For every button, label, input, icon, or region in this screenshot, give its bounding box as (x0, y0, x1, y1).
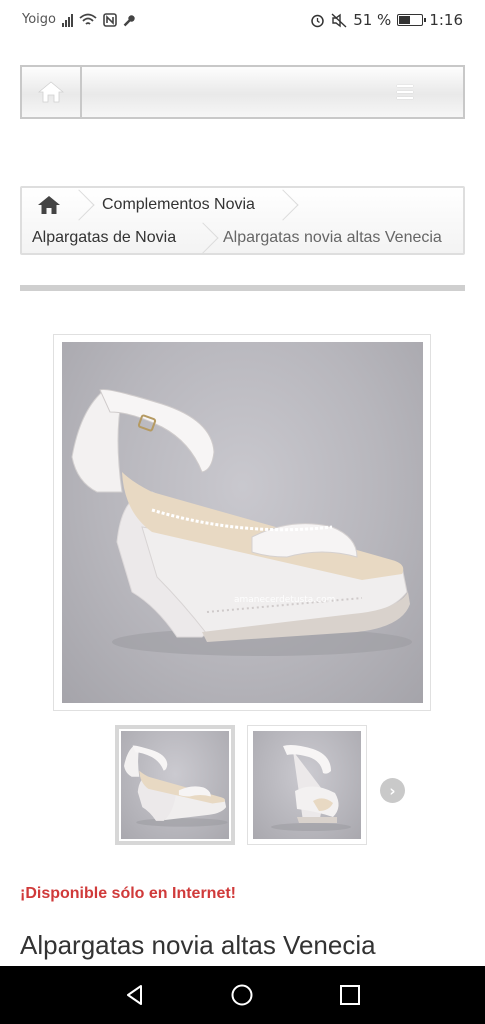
system-nav-bar (0, 966, 485, 1024)
main-product-image[interactable]: amanecerdetusta.com (62, 342, 423, 703)
availability-notice: ¡Disponible sólo en Internet! (20, 885, 237, 902)
site-header-nav (20, 65, 465, 119)
breadcrumb-item-alpargatas-de-novia[interactable]: Alpargatas de Novia (32, 229, 176, 247)
thumbnail-1-image (121, 731, 229, 839)
status-icons-right: 51 % 1:16 (310, 11, 463, 29)
carrier-label: Yoigo (22, 12, 56, 27)
wifi-icon (79, 13, 97, 25)
breadcrumb-item-current: Alpargatas novia altas Venecia (223, 229, 442, 246)
product-title: Alpargatas novia altas Venecia (20, 930, 376, 960)
status-icons-left (62, 11, 136, 29)
status-bar: Yoigo 51 % 1:16 (0, 0, 485, 40)
breadcrumb-item-complementos-novia[interactable]: Complementos Novia (102, 196, 255, 214)
home-button[interactable] (22, 67, 82, 117)
clock: 1:16 (429, 11, 463, 29)
alarm-icon (311, 14, 324, 27)
home-icon (38, 81, 64, 103)
thumbnail-1[interactable] (115, 725, 235, 845)
thumbnail-2[interactable] (247, 725, 367, 845)
breadcrumb-separator (63, 189, 95, 221)
breadcrumb-home-icon[interactable] (36, 194, 62, 216)
home-circle-icon[interactable] (230, 983, 254, 1007)
breadcrumb-separator (187, 222, 219, 254)
image-watermark: amanecerdetusta.com (234, 595, 335, 605)
hamburger-menu-icon[interactable] (397, 85, 413, 99)
battery-icon (397, 14, 427, 26)
breadcrumb-separator (267, 189, 299, 221)
nfc-icon (103, 13, 117, 27)
signal-icon (62, 13, 73, 27)
battery-percent: 51 % (353, 11, 392, 29)
main-product-image-frame: amanecerdetusta.com (53, 334, 431, 711)
wedge-sandal-illustration: amanecerdetusta.com (71, 389, 412, 656)
breadcrumb: Complementos Novia Alpargatas de Novia A… (20, 186, 465, 255)
recents-square-icon[interactable] (338, 983, 362, 1007)
back-icon[interactable] (123, 983, 147, 1007)
wrench-icon (123, 14, 135, 26)
section-divider (20, 285, 465, 291)
next-thumbnail-button[interactable]: › (380, 778, 405, 803)
chevron-right-icon: › (389, 781, 396, 800)
thumbnail-2-image (253, 731, 361, 839)
mute-icon (331, 12, 347, 28)
